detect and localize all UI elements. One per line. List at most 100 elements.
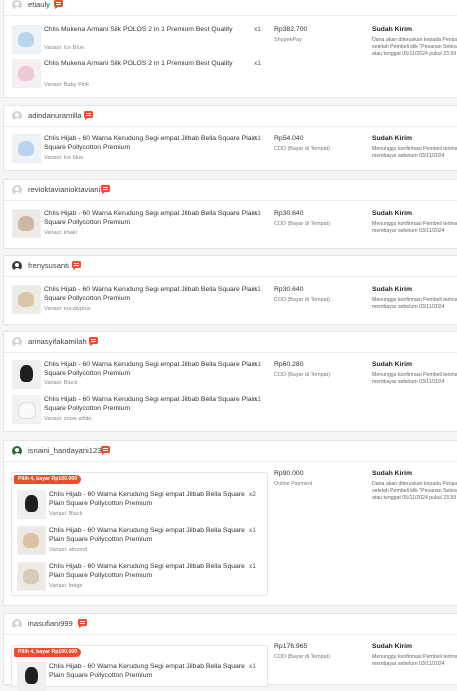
- avatar[interactable]: [12, 185, 22, 195]
- order-card: isnaini_handayani123 Pilih 4, bayar Rp10…: [3, 440, 457, 606]
- order-card: revioktavianioktaviani Chlis Hijab - 60 …: [3, 179, 457, 249]
- product-variation: Variasi: almond: [49, 547, 88, 553]
- product-quantity: x1: [254, 26, 261, 33]
- product-image[interactable]: [17, 662, 46, 691]
- product-name[interactable]: Chlis Hijab - 60 Warna Kerudung Segi emp…: [44, 396, 266, 413]
- avatar[interactable]: [12, 337, 22, 347]
- product-name[interactable]: Chlis Hijab - 60 Warna Kerudung Segi emp…: [44, 135, 266, 152]
- avatar[interactable]: [12, 619, 22, 629]
- buyer-username[interactable]: isnaini_handayani123: [28, 446, 101, 455]
- order-price: Rp60.280: [274, 361, 304, 368]
- payment-method: ShopeePay: [274, 37, 302, 43]
- product-name[interactable]: Chlis Hijab - 60 Warna Kerudung Segi emp…: [49, 563, 249, 580]
- buyer-username[interactable]: arinasyifakamilah: [28, 337, 87, 346]
- order-price: Rp176.965: [274, 643, 308, 650]
- product-name[interactable]: Chlis Hijab - 60 Warna Kerudung Segi emp…: [49, 663, 249, 680]
- order-header: revioktavianioktaviani: [4, 180, 457, 201]
- chat-icon[interactable]: [72, 261, 81, 270]
- product-quantity: x1: [254, 286, 261, 293]
- avatar[interactable]: [12, 446, 22, 456]
- product-image[interactable]: [17, 526, 46, 555]
- payment-method: COD (Bayar di Tempat): [274, 654, 330, 660]
- product-name[interactable]: Chlis Hijab - 60 Warna Kerudung Segi emp…: [44, 361, 266, 378]
- order-header: frenysusanti: [4, 256, 457, 277]
- product-variation: Variasi: Black: [44, 380, 78, 386]
- product-quantity: x1: [254, 210, 261, 217]
- chat-icon[interactable]: [84, 111, 93, 120]
- product-quantity: x2: [249, 491, 256, 498]
- avatar[interactable]: [12, 0, 22, 10]
- product-quantity: x1: [249, 563, 256, 570]
- product-variation: Variasi: Ice Blue: [44, 45, 85, 51]
- product-quantity: x1: [254, 396, 261, 403]
- product-name[interactable]: Chlis Mukena Armani Silk POLOS 2 in 1 Pr…: [44, 60, 254, 69]
- buyer-username[interactable]: adindanuramilla: [28, 111, 82, 120]
- product-image[interactable]: [12, 360, 41, 389]
- product-image[interactable]: [12, 134, 41, 163]
- product-quantity: x1: [254, 60, 261, 67]
- status-note: Dana akan diteruskan kepada Penjual sete…: [372, 37, 457, 58]
- product-quantity: x1: [249, 663, 256, 670]
- order-status: Sudah Kirim: [372, 643, 413, 650]
- chat-icon[interactable]: [54, 0, 63, 9]
- status-note: Dana akan diteruskan kepada Penjual sete…: [372, 481, 457, 502]
- order-card: etiauly Chlis Mukena Armani Silk POLOS 2…: [3, 0, 457, 98]
- chat-icon[interactable]: [89, 337, 98, 346]
- bundle-deal-tag[interactable]: Pilih 4, bayar Rp100.000: [14, 475, 82, 484]
- status-note: Menunggu konfirmasi Pembeli terima memba…: [372, 372, 457, 386]
- order-header: arinasyifakamilah: [4, 332, 457, 353]
- payment-method: COD (Bayar di Tempat): [274, 297, 330, 303]
- buyer-username[interactable]: etiauly: [28, 0, 50, 9]
- order-header: etiauly: [4, 0, 457, 16]
- product-quantity: x1: [254, 361, 261, 368]
- order-card: frenysusanti Chlis Hijab - 60 Warna Keru…: [3, 255, 457, 325]
- product-image[interactable]: [17, 490, 46, 519]
- product-variation: Variasi: khaki: [44, 230, 77, 236]
- order-status: Sudah Kirim: [372, 361, 413, 368]
- product-name[interactable]: Chlis Hijab - 60 Warna Kerudung Segi emp…: [49, 527, 249, 544]
- avatar[interactable]: [12, 111, 22, 121]
- product-image[interactable]: [12, 395, 41, 424]
- product-name[interactable]: Chlis Hijab - 60 Warna Kerudung Segi emp…: [49, 491, 249, 508]
- payment-method: COD (Bayar di Tempat): [274, 372, 330, 378]
- product-variation: Variasi: Baby Pink: [44, 82, 89, 88]
- order-status: Sudah Kirim: [372, 210, 413, 217]
- buyer-username[interactable]: revioktavianioktaviani: [28, 185, 100, 194]
- product-quantity: x1: [254, 135, 261, 142]
- product-quantity: x1: [249, 527, 256, 534]
- avatar[interactable]: [12, 261, 22, 271]
- product-image[interactable]: [12, 25, 41, 54]
- product-image[interactable]: [17, 562, 46, 591]
- order-card: arinasyifakamilah Chlis Hijab - 60 Warna…: [3, 331, 457, 432]
- payment-method: COD (Bayar di Tempat): [274, 221, 330, 227]
- product-variation: Variasi: Black: [49, 511, 83, 517]
- order-price: Rp54.040: [274, 135, 304, 142]
- product-name[interactable]: Chlis Hijab - 60 Warna Kerudung Segi emp…: [44, 286, 266, 303]
- order-status: Sudah Kirim: [372, 135, 413, 142]
- order-header: isnaini_handayani123: [4, 441, 457, 462]
- product-image[interactable]: [12, 59, 41, 88]
- order-price: Rp382.700: [274, 26, 308, 33]
- order-header: adindanuramilla: [4, 106, 457, 127]
- payment-method: COD (Bayar di Tempat): [274, 146, 330, 152]
- order-status: Sudah Kirim: [372, 286, 413, 293]
- chat-icon[interactable]: [78, 619, 87, 628]
- order-price: Rp30.640: [274, 286, 304, 293]
- bundle-deal-tag[interactable]: Pilih 4, bayar Rp100.000: [14, 648, 82, 657]
- buyer-username[interactable]: inasufiani999: [28, 619, 73, 628]
- order-card: adindanuramilla Chlis Hijab - 60 Warna K…: [3, 105, 457, 171]
- order-status: Sudah Kirim: [372, 26, 413, 33]
- product-image[interactable]: [12, 209, 41, 238]
- order-status: Sudah Kirim: [372, 470, 413, 477]
- product-image[interactable]: [12, 285, 41, 314]
- status-note: Menunggu konfirmasi Pembeli terima memba…: [372, 146, 457, 160]
- product-variation: Variasi: eucalyptus: [44, 306, 91, 312]
- payment-method: Online Payment: [274, 481, 313, 487]
- product-name[interactable]: Chlis Hijab - 60 Warna Kerudung Segi emp…: [44, 210, 266, 227]
- buyer-username[interactable]: frenysusanti: [28, 261, 69, 270]
- order-header: inasufiani999: [4, 614, 457, 635]
- product-name[interactable]: Chlis Mukena Armani Silk POLOS 2 in 1 Pr…: [44, 26, 254, 35]
- status-note: Menunggu konfirmasi Pembeli terima memba…: [372, 297, 457, 311]
- chat-icon[interactable]: [101, 446, 110, 455]
- chat-icon[interactable]: [101, 185, 110, 194]
